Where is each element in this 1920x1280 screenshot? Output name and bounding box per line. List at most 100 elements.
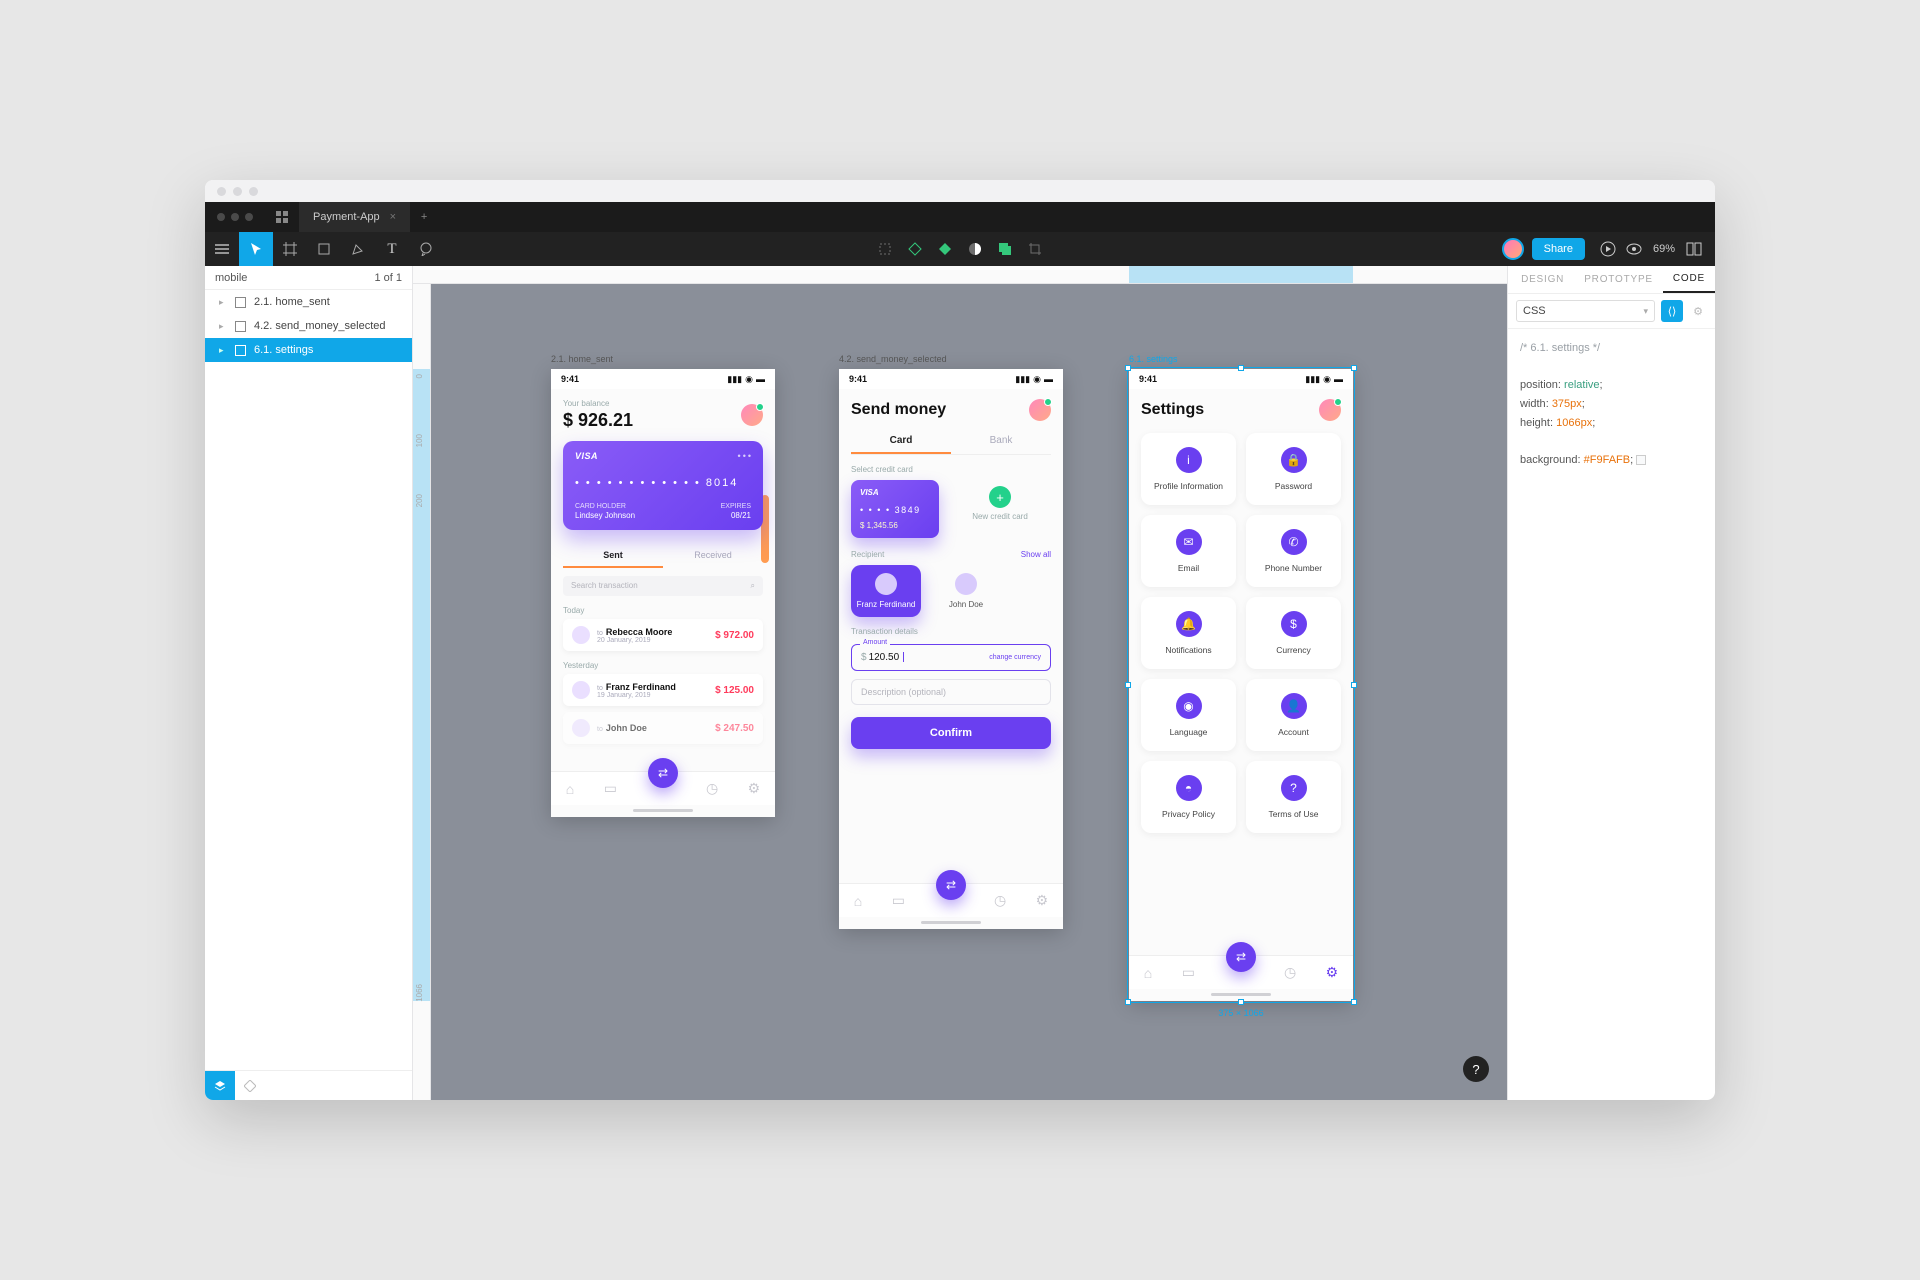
settings-tile-account[interactable]: 👤Account [1246,679,1341,751]
comment-tool-icon[interactable] [409,232,443,266]
zoom-level[interactable]: 69% [1653,243,1675,255]
nav-settings-icon[interactable]: ⚙ [1036,892,1049,909]
component-instance-icon[interactable] [930,232,960,266]
recipient-selected[interactable]: Franz Ferdinand [851,565,921,617]
artboard-send-money[interactable]: 4.2. send_money_selected 9:41 ▮▮▮◉▬ Send… [839,369,1063,929]
fab-icon[interactable]: ⇄ [936,870,966,900]
app-window: Payment-App × + T [205,180,1715,1100]
transaction-row[interactable]: toJohn Doe $ 247.50 [563,712,763,744]
avatar[interactable] [1319,399,1341,421]
settings-tile-currency[interactable]: $Currency [1246,597,1341,669]
traffic-light-max[interactable] [249,187,258,196]
menu-icon[interactable] [205,232,239,266]
nav-home-icon[interactable]: ⌂ [1144,965,1152,981]
settings-tile-email[interactable]: ✉Email [1141,515,1236,587]
traffic-light-min[interactable] [233,187,242,196]
phone-status-bar: 9:41 ▮▮▮◉▬ [551,369,775,389]
tab-received[interactable]: Received [663,544,763,568]
new-tab-icon[interactable]: + [410,202,438,232]
avatar[interactable] [741,404,763,426]
document-tab[interactable]: Payment-App × [299,202,410,232]
card-menu-icon[interactable]: ••• [738,451,753,461]
crop-icon[interactable] [1020,232,1050,266]
fab-icon[interactable]: ⇄ [1226,942,1256,972]
nav-history-icon[interactable]: ◷ [994,892,1006,909]
nav-history-icon[interactable]: ◷ [1284,964,1296,981]
user-avatar[interactable] [1502,238,1524,260]
nav-wallet-icon[interactable]: ▭ [604,780,617,797]
copy-code-icon[interactable]: ⟨⟩ [1661,300,1683,322]
transaction-row[interactable]: toFranz Ferdinand19 January, 2019 $ 125.… [563,674,763,706]
mask-icon[interactable] [960,232,990,266]
layer-row[interactable]: ▸ 4.2. send_money_selected [205,314,412,338]
settings-tile-phone[interactable]: ✆Phone Number [1246,515,1341,587]
settings-tile-notifications[interactable]: 🔔Notifications [1141,597,1236,669]
amount-input[interactable]: Amount $120.50 change currency [851,644,1051,671]
tile-label: Phone Number [1265,563,1322,573]
tab-prototype[interactable]: PROTOTYPE [1574,274,1663,285]
description-input[interactable]: Description (optional) [851,679,1051,705]
code-output[interactable]: /* 6.1. settings */ position: relative; … [1508,329,1715,480]
pages-header[interactable]: mobile 1 of 1 [205,266,412,290]
frame-tool-icon[interactable] [273,232,307,266]
tile-label: Currency [1276,645,1310,655]
nav-settings-icon[interactable]: ⚙ [1326,964,1339,981]
component-create-icon[interactable] [900,232,930,266]
status-time: 9:41 [1139,374,1157,384]
settings-tile-language[interactable]: ◉Language [1141,679,1236,751]
layer-row[interactable]: ▸ 2.1. home_sent [205,290,412,314]
help-docs-icon[interactable] [1681,242,1707,256]
change-currency-link[interactable]: change currency [989,654,1041,661]
boolean-union-icon[interactable] [990,232,1020,266]
nav-settings-icon[interactable]: ⚙ [748,780,761,797]
avatar[interactable] [1029,399,1051,421]
close-tab-icon[interactable]: × [390,211,396,223]
recipient[interactable]: John Doe [931,565,1001,617]
document-tab-title: Payment-App [313,211,380,223]
artboard-settings[interactable]: 6.1. settings 9:41 ▮▮▮◉▬ Settings [1129,369,1353,1001]
grid-icon[interactable] [265,202,299,232]
settings-tile-profile[interactable]: iProfile Information [1141,433,1236,505]
text-tool-icon[interactable]: T [375,232,409,266]
settings-tile-password[interactable]: 🔒Password [1246,433,1341,505]
share-button[interactable]: Share [1532,238,1585,260]
tab-bank[interactable]: Bank [951,429,1051,454]
traffic-light-close[interactable] [217,187,226,196]
new-card-button[interactable]: + New credit card [949,480,1051,521]
artboard-home[interactable]: 2.1. home_sent 9:41 ▮▮▮◉▬ Your balance [551,369,775,817]
layers-tab-icon[interactable] [205,1071,235,1101]
view-icon[interactable] [1621,243,1647,255]
canvas[interactable]: 2.1. home_sent 9:41 ▮▮▮◉▬ Your balance [431,284,1507,1100]
tab-card[interactable]: Card [851,429,951,454]
nav-history-icon[interactable]: ◷ [706,780,718,797]
layer-row-selected[interactable]: ▸ 6.1. settings [205,338,412,362]
canvas-area[interactable]: 0 100 200 1066 2.1. home_sent 9:41 ▮▮▮◉▬ [413,266,1507,1100]
assets-tab-icon[interactable] [235,1080,265,1092]
help-button[interactable]: ? [1463,1056,1489,1082]
confirm-button[interactable]: Confirm [851,717,1051,749]
shape-tool-icon[interactable] [307,232,341,266]
nav-home-icon[interactable]: ⌂ [854,893,862,909]
transaction-row[interactable]: toRebecca Moore20 January, 2019 $ 972.00 [563,619,763,651]
code-lang-select[interactable]: CSS▾ [1516,300,1655,322]
tab-design[interactable]: DESIGN [1511,274,1574,285]
mini-credit-card[interactable]: VISA • • • • 3849 $ 1,345.56 [851,480,939,538]
battery-icon: ▬ [756,374,765,384]
search-input[interactable]: Search transaction ⌕ [563,576,763,596]
nav-home-icon[interactable]: ⌂ [566,781,574,797]
present-icon[interactable] [1595,241,1621,257]
move-tool-icon[interactable] [239,232,273,266]
fab-icon[interactable]: ⇄ [648,758,678,788]
pen-tool-icon[interactable] [341,232,375,266]
nav-wallet-icon[interactable]: ▭ [1182,964,1195,981]
edit-object-icon[interactable] [870,232,900,266]
nav-wallet-icon[interactable]: ▭ [892,892,905,909]
tab-sent[interactable]: Sent [563,544,663,568]
settings-tile-privacy[interactable]: ◓Privacy Policy [1141,761,1236,833]
settings-tile-terms[interactable]: ?Terms of Use [1246,761,1341,833]
show-all-link[interactable]: Show all [1021,550,1051,559]
credit-card[interactable]: VISA ••• • • • • • • • • • • • • 8014 CA… [563,441,763,530]
tab-code[interactable]: CODE [1663,266,1715,293]
settings-icon[interactable]: ⚙ [1689,305,1707,318]
tile-label: Account [1278,727,1309,737]
